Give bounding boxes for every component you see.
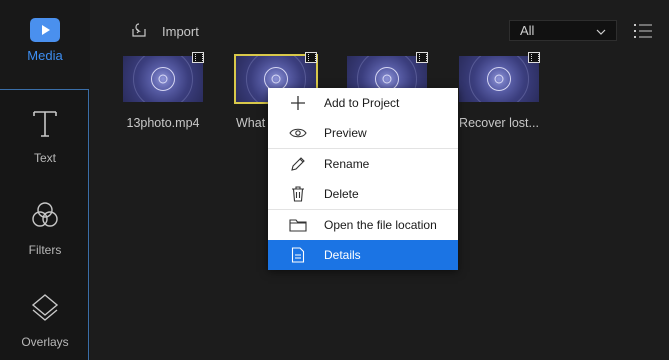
import-button[interactable]: Import (130, 22, 199, 41)
video-file-icon (192, 52, 204, 63)
sidebar-item-text[interactable]: Text (0, 108, 90, 165)
sidebar-item-filters[interactable]: Filters (0, 200, 90, 257)
menu-item-details[interactable]: Details (268, 240, 458, 270)
media-play-icon (30, 18, 60, 42)
overlays-icon (30, 292, 60, 329)
media-filter-select[interactable]: All (509, 20, 617, 41)
menu-item-label: Delete (324, 187, 359, 201)
video-file-icon (528, 52, 540, 63)
menu-item-label: Preview (324, 126, 367, 140)
folder-icon (289, 216, 307, 234)
media-item[interactable]: 13photo.mp4 (123, 52, 204, 130)
menu-item-label: Details (324, 248, 361, 262)
text-icon (30, 108, 60, 145)
sidebar-item-label: Overlays (21, 335, 69, 349)
import-icon (130, 22, 148, 41)
media-item[interactable]: Recover lost... (459, 52, 540, 130)
menu-item-rename[interactable]: Rename (268, 149, 458, 179)
import-label: Import (162, 24, 199, 39)
context-menu: Add to Project Preview Rename Delete Ope… (268, 88, 458, 270)
menu-item-preview[interactable]: Preview (268, 118, 458, 148)
menu-item-label: Add to Project (324, 96, 400, 110)
video-file-icon (305, 52, 317, 63)
chevron-down-icon (596, 23, 606, 38)
video-file-icon (416, 52, 428, 63)
menu-item-delete[interactable]: Delete (268, 179, 458, 209)
menu-item-add-to-project[interactable]: Add to Project (268, 88, 458, 118)
video-thumbnail (123, 56, 203, 102)
pencil-icon (289, 155, 307, 173)
trash-icon (289, 185, 307, 203)
sidebar-item-overlays[interactable]: Overlays (0, 292, 90, 349)
video-thumbnail (459, 56, 539, 102)
media-item-label: Recover lost... (459, 116, 539, 130)
list-view-button[interactable] (633, 22, 653, 40)
sidebar-item-label: Media (27, 48, 63, 63)
list-view-icon (633, 24, 653, 44)
sidebar-item-label: Text (33, 151, 56, 165)
filters-icon (30, 200, 60, 237)
menu-item-label: Open the file location (324, 218, 437, 232)
app-window: Media Text Filters Overlays Import All 1… (0, 0, 669, 360)
menu-item-label: Rename (324, 157, 370, 171)
sidebar-item-media[interactable]: Media (0, 18, 90, 88)
menu-item-open-file-location[interactable]: Open the file location (268, 210, 458, 240)
media-item-label: 13photo.mp4 (126, 116, 200, 130)
plus-icon (289, 94, 307, 112)
filter-select-value: All (520, 23, 535, 38)
sidebar-item-label: Filters (28, 243, 62, 257)
sidebar: Media Text Filters Overlays (0, 0, 90, 360)
document-icon (289, 246, 307, 264)
eye-icon (289, 124, 307, 142)
